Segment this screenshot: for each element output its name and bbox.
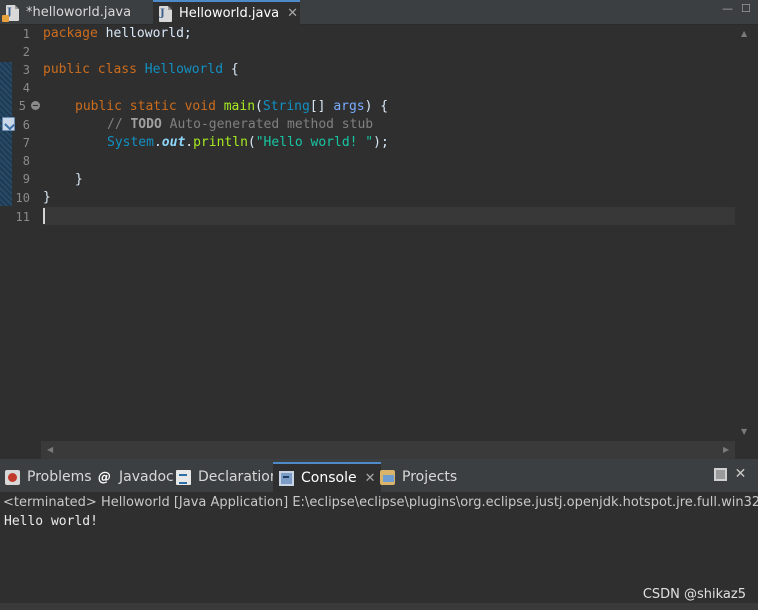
- code-line-6: // TODO Auto-generated method stub: [107, 117, 374, 132]
- code-line-10: }: [43, 190, 51, 205]
- minimize-panel-button[interactable]: [714, 468, 727, 481]
- maximize-editor-button[interactable]: ☐: [741, 2, 751, 15]
- line-number: 7: [22, 136, 30, 150]
- code-line-3: public class Helloworld {: [43, 62, 239, 77]
- tab-console[interactable]: Console ✕: [273, 462, 382, 492]
- tab-declaration[interactable]: Declaration: [176, 462, 279, 492]
- line-number: 5: [18, 99, 26, 113]
- tab-label: Projects: [402, 469, 458, 485]
- line-number-gutter: 1 2 3 4 5 6 7 8 9 10 11: [0, 25, 38, 441]
- scroll-right-icon[interactable]: ▶: [723, 445, 729, 454]
- editor-tab-label: *helloworld.java: [26, 5, 132, 20]
- close-icon[interactable]: ✕: [365, 471, 376, 486]
- view-tab-bar: Problems @ Javadoc Declaration Console ✕…: [0, 462, 758, 492]
- javadoc-icon: @: [98, 469, 111, 485]
- code-editor[interactable]: 1 2 3 4 5 6 7 8 9 10 11 package hellowor…: [0, 25, 758, 459]
- collapse-method-icon[interactable]: [31, 101, 40, 110]
- scroll-down-icon[interactable]: ▼: [741, 427, 747, 436]
- minimize-editor-button[interactable]: —: [722, 2, 733, 15]
- line-number: 9: [22, 172, 30, 186]
- code-line-9: }: [75, 172, 83, 187]
- scroll-up-icon[interactable]: ▲: [741, 29, 747, 38]
- line-number: 10: [15, 191, 30, 205]
- editor-tab-helloworld-dirty[interactable]: J *helloworld.java: [0, 0, 152, 25]
- line-number: 3: [22, 63, 30, 77]
- tab-label: Declaration: [198, 469, 279, 485]
- console-horizontal-scrollbar[interactable]: [0, 603, 758, 610]
- declaration-icon: [176, 469, 191, 485]
- horizontal-scrollbar[interactable]: ◀ ▶: [41, 441, 735, 459]
- editor-tab-helloworld-active[interactable]: J Helloworld.java ✕: [153, 0, 300, 25]
- code-text: package helloworld; public class Hellowo…: [43, 25, 735, 441]
- task-marker-icon[interactable]: [2, 117, 15, 131]
- console-icon: [279, 470, 294, 486]
- line-number: 4: [22, 81, 30, 95]
- line-number: 11: [15, 210, 30, 224]
- close-panel-button[interactable]: ✕: [734, 467, 747, 481]
- line-number: 2: [22, 45, 30, 59]
- tab-projects[interactable]: Projects: [380, 462, 457, 492]
- projects-icon: [380, 469, 395, 485]
- java-file-icon: J: [2, 4, 19, 22]
- tab-problems[interactable]: Problems: [5, 462, 92, 492]
- problems-icon: [5, 469, 20, 485]
- code-line-1: package helloworld;: [43, 26, 192, 41]
- vertical-scrollbar[interactable]: ▲ ▼: [735, 25, 758, 441]
- tab-javadoc[interactable]: @ Javadoc: [97, 462, 174, 492]
- text-caret: [43, 208, 45, 224]
- watermark: CSDN @shikaz5: [642, 587, 746, 602]
- code-line-7: System.out.println("Hello world! ");: [107, 135, 389, 150]
- close-icon[interactable]: ✕: [287, 6, 298, 21]
- console-process-label: <terminated> Helloworld [Java Applicatio…: [3, 495, 758, 510]
- line-number: 6: [22, 118, 30, 132]
- editor-tab-label: Helloworld.java: [179, 6, 280, 21]
- line-number: 1: [22, 27, 30, 41]
- tab-label: Problems: [27, 469, 92, 485]
- tab-label: Console: [301, 470, 357, 486]
- line-number: 8: [22, 154, 30, 168]
- bottom-view-panel: Problems @ Javadoc Declaration Console ✕…: [0, 459, 758, 610]
- scroll-left-icon[interactable]: ◀: [47, 445, 53, 454]
- code-line-5: public static void main(String[] args) {: [75, 99, 389, 114]
- tab-label: Javadoc: [119, 469, 174, 485]
- java-file-icon: J: [159, 5, 172, 22]
- editor-tab-bar: J *helloworld.java J Helloworld.java ✕ —…: [0, 0, 758, 25]
